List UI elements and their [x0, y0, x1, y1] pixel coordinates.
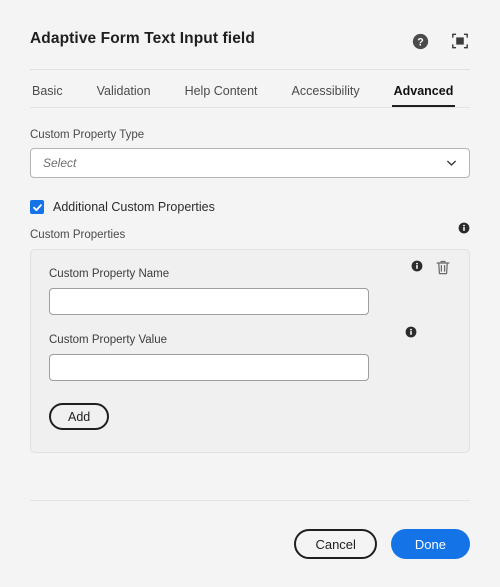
custom-property-value-row-actions — [405, 325, 417, 343]
additional-custom-properties-label: Additional Custom Properties — [53, 200, 215, 214]
done-button[interactable]: Done — [390, 529, 470, 559]
tab-bar: Basic Validation Help Content Accessibil… — [0, 84, 500, 107]
custom-properties-label: Custom Properties — [30, 229, 126, 241]
custom-property-name-row-actions — [411, 259, 451, 281]
custom-properties-info-icon[interactable] — [458, 221, 470, 239]
page-title: Adaptive Form Text Input field — [30, 30, 255, 47]
cancel-button[interactable]: Cancel — [294, 529, 377, 559]
additional-custom-properties-checkbox[interactable] — [30, 200, 44, 214]
custom-property-type-select-wrapper: Select — [30, 148, 470, 178]
custom-property-type-select[interactable]: Select — [30, 148, 470, 178]
header-divider — [30, 69, 470, 70]
tab-advanced[interactable]: Advanced — [391, 84, 456, 107]
tab-accessibility[interactable]: Accessibility — [290, 84, 362, 107]
custom-property-name-row: Custom Property Name — [49, 260, 451, 315]
custom-property-value-input[interactable] — [49, 354, 369, 381]
header-actions: ? — [410, 31, 470, 51]
trash-icon[interactable] — [435, 259, 451, 281]
custom-property-type-label: Custom Property Type — [30, 129, 145, 141]
custom-property-value-label: Custom Property Value — [49, 334, 168, 346]
dialog-footer: Cancel Done — [0, 501, 500, 587]
additional-custom-properties-checkbox-row[interactable]: Additional Custom Properties — [30, 200, 470, 214]
row-spacer — [49, 315, 451, 334]
custom-property-name-label: Custom Property Name — [49, 268, 170, 280]
add-button[interactable]: Add — [49, 403, 110, 430]
tab-validation[interactable]: Validation — [95, 84, 153, 107]
custom-property-name-input[interactable] — [49, 288, 369, 315]
fullscreen-icon[interactable] — [450, 31, 470, 51]
checkmark-icon — [32, 203, 42, 211]
custom-properties-panel: Custom Property Name Custom Property Val… — [30, 249, 470, 453]
custom-properties-header: Custom Properties — [30, 222, 470, 241]
dialog-header: Adaptive Form Text Input field ? — [0, 0, 500, 51]
tab-basic[interactable]: Basic — [30, 84, 65, 107]
help-circle-icon[interactable]: ? — [410, 31, 430, 51]
custom-property-value-info-icon[interactable] — [405, 325, 417, 342]
properties-dialog: Adaptive Form Text Input field ? Basic V… — [0, 0, 500, 587]
custom-property-value-row: Custom Property Value — [49, 326, 451, 381]
svg-text:?: ? — [417, 36, 423, 48]
custom-property-value-label-line: Custom Property Value — [49, 334, 451, 346]
tab-help-content[interactable]: Help Content — [183, 84, 260, 107]
custom-property-type-selected-value: Select — [43, 156, 77, 170]
custom-property-name-info-icon[interactable] — [411, 259, 423, 277]
custom-property-name-label-line: Custom Property Name — [49, 268, 451, 280]
dialog-body: Custom Property Type Select Additional C… — [0, 108, 500, 500]
